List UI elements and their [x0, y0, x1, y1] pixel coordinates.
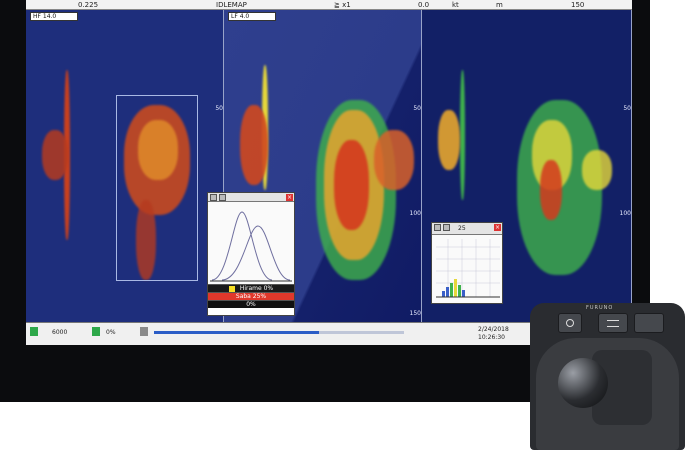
fish-histogram	[432, 235, 502, 303]
species-row[interactable]: 0%	[208, 300, 294, 308]
frequency-label-low: LF 4.0	[228, 12, 276, 21]
status-zoom: ≧ x1	[334, 1, 351, 9]
fish-school-echo	[582, 150, 612, 190]
menu-button[interactable]	[598, 313, 628, 333]
histogram-popup[interactable]: 25 ×	[431, 222, 503, 304]
echogram-pane-high-frequency[interactable]: HF 14.0 50 100 150	[26, 10, 224, 322]
trackball-controller: FURUNO	[530, 303, 685, 450]
bottom-mid-value: 0%	[106, 329, 116, 336]
mode-icon[interactable]	[92, 327, 100, 336]
depth-scale: 50 100 150	[409, 105, 421, 317]
menu-icon[interactable]	[30, 327, 38, 336]
selection-box[interactable]	[116, 95, 198, 281]
histogram-value: 25	[458, 225, 466, 232]
pin-icon[interactable]	[219, 194, 226, 201]
fish-school-echo	[540, 160, 562, 220]
history-progress-fill	[154, 331, 319, 334]
status-depth-unit: m	[496, 1, 503, 9]
fish-school-echo	[334, 140, 369, 230]
trackball[interactable]	[558, 358, 608, 408]
echo-trace	[460, 70, 465, 200]
echo-trace	[240, 105, 268, 185]
history-progress-track[interactable]	[154, 331, 404, 334]
status-speed-unit: kt	[452, 1, 459, 9]
toggle-icon[interactable]	[140, 327, 148, 336]
settings-icon[interactable]	[434, 224, 441, 231]
fish-size-popup[interactable]: × Hirame 0% Saba 25% 0%	[207, 192, 295, 316]
status-range: 0.225	[78, 1, 99, 9]
date-text: 2/24/2018	[478, 326, 509, 333]
status-mode: IDLEMAP	[216, 1, 247, 9]
pin-icon[interactable]	[443, 224, 450, 231]
power-button[interactable]	[558, 313, 582, 333]
time-text: 10:26:30	[478, 334, 505, 341]
popup-titlebar[interactable]: ×	[208, 193, 294, 202]
power-icon	[566, 319, 574, 327]
depth-scale: 50 100 150	[619, 105, 631, 317]
species-color-swatch	[228, 285, 235, 292]
frequency-label-high: HF 14.0	[30, 12, 78, 21]
top-status-bar: 0.225 IDLEMAP ≧ x1 0.0 kt m 150	[26, 0, 632, 10]
popup-titlebar[interactable]: 25 ×	[432, 223, 502, 235]
close-icon[interactable]: ×	[494, 224, 501, 231]
menu-icon	[607, 320, 619, 327]
size-distribution-curve	[208, 202, 294, 284]
status-speed: 0.0	[418, 1, 430, 9]
echo-trace	[42, 130, 68, 180]
status-depth-range: 150	[571, 1, 585, 9]
echo-trace	[438, 110, 460, 170]
function-button[interactable]	[634, 313, 664, 333]
bottom-left-value: 6000	[52, 329, 68, 336]
brand-label: FURUNO	[586, 305, 614, 311]
species-row[interactable]: Saba 25%	[208, 292, 294, 300]
controller-body: FURUNO	[530, 303, 685, 450]
sonar-screen: 0.225 IDLEMAP ≧ x1 0.0 kt m 150 HF 14.0 …	[26, 0, 632, 345]
close-icon[interactable]: ×	[286, 194, 293, 201]
settings-icon[interactable]	[210, 194, 217, 201]
species-row[interactable]: Hirame 0%	[208, 284, 294, 292]
